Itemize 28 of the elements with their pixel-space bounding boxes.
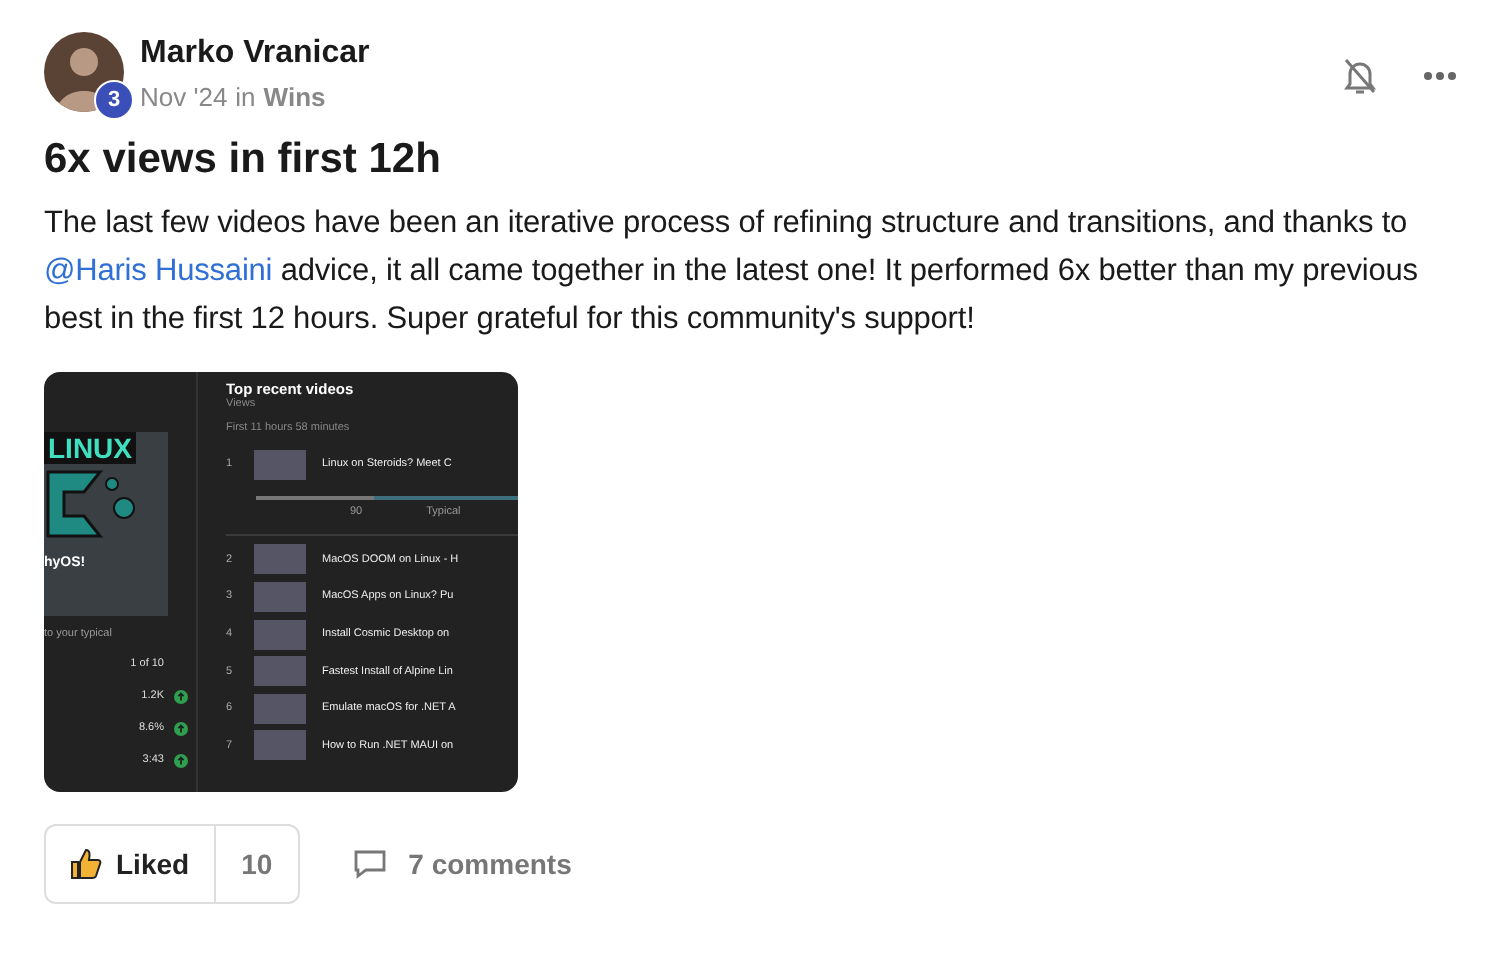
video-thumbnail [254,449,306,480]
author-name[interactable]: Marko Vranicar [140,36,370,72]
thumbnail-title: LINUX [44,432,136,464]
speech-bubble-icon [352,848,389,880]
avatar[interactable] [44,32,124,112]
like-button[interactable]: Liked [44,824,214,904]
mention-link[interactable]: @Haris Hussaini [44,254,273,288]
level-badge: 3 [94,80,134,120]
up-arrow-icon [174,689,188,703]
post-title: 6x views in first 12h [44,136,443,184]
video-thumbnail [254,581,306,612]
post-body: The last few videos have been an iterative process of refining structure and transitions, and thanks to @Haris Hussaini advice, it all came together in the latest one! It performed 6x better than my previous best in the first 12 hours. Super grateful for this community's support! [44,204,1420,340]
comments-button[interactable]: 7 comments [352,848,572,880]
category-link[interactable]: Wins [263,82,326,112]
up-arrow-icon [174,721,188,735]
analytics-screenshot[interactable] [44,372,518,792]
up-arrow-icon [174,753,188,767]
video-thumbnail [254,730,306,761]
video-thumbnail [254,693,306,724]
bell-muted-icon[interactable] [1342,56,1378,96]
in-label: in [235,82,256,112]
video-thumbnail [254,619,306,650]
video-thumbnail [254,544,306,575]
more-icon[interactable] [1422,70,1458,82]
like-count: 10 [213,824,301,904]
thumbs-up-icon [70,848,102,880]
post-date: Nov '24 [140,82,228,112]
video-thumbnail [254,656,306,687]
